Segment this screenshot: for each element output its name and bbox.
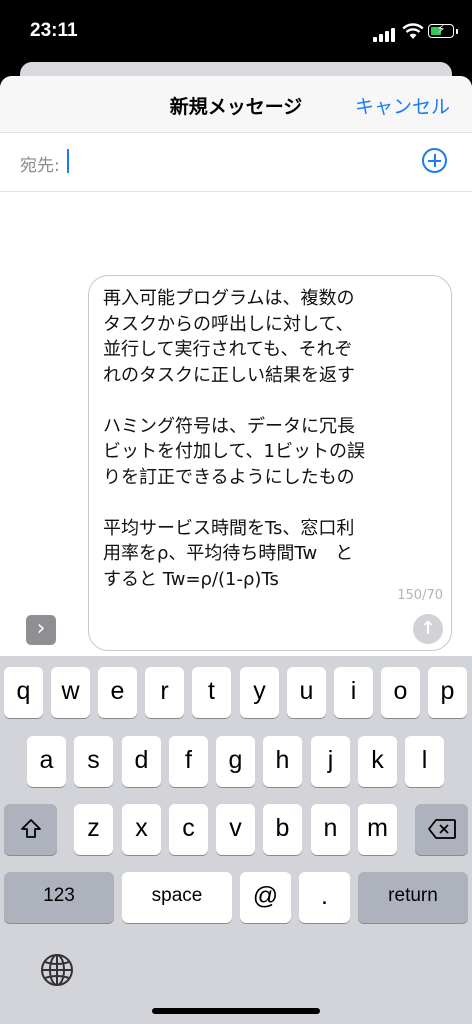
key-p[interactable]: p: [428, 667, 467, 718]
key-i[interactable]: i: [334, 667, 373, 718]
key-k[interactable]: k: [358, 736, 397, 787]
message-paragraph: 平均サービス時間をTs、窓口利 用率をρ、平均待ち時間Tw と すると Tw=ρ…: [103, 517, 355, 590]
message-input[interactable]: 再入可能プログラムは、複数の タスクからの呼出しに対して、 並行して実行されても…: [88, 275, 452, 651]
key-v[interactable]: v: [216, 804, 255, 855]
backspace-icon: [427, 819, 456, 839]
app-drawer-chevron-icon[interactable]: ›: [26, 615, 56, 645]
message-paragraph: 再入可能プログラムは、複数の タスクからの呼出しに対して、 並行して実行されても…: [103, 288, 355, 386]
key-g[interactable]: g: [216, 736, 255, 787]
shift-key[interactable]: [4, 804, 57, 855]
period-key[interactable]: .: [299, 872, 350, 923]
status-bar: 23:11 ⚡: [0, 0, 472, 60]
key-t[interactable]: t: [192, 667, 231, 718]
key-d[interactable]: d: [122, 736, 161, 787]
key-a[interactable]: a: [27, 736, 66, 787]
shift-icon: [20, 819, 41, 838]
key-m[interactable]: m: [358, 804, 397, 855]
key-q[interactable]: q: [4, 667, 43, 718]
message-paragraph: ハミング符号は、データに冗長 ビットを付加して、1ビットの誤 りを訂正できるよう…: [103, 415, 366, 488]
space-key[interactable]: space: [122, 872, 232, 923]
key-u[interactable]: u: [287, 667, 326, 718]
wifi-icon: [402, 23, 424, 39]
key-c[interactable]: c: [169, 804, 208, 855]
numbers-key[interactable]: 123: [4, 872, 114, 923]
recipient-row[interactable]: 宛先:: [0, 133, 472, 192]
key-z[interactable]: z: [74, 804, 113, 855]
send-button[interactable]: ↑: [413, 614, 443, 644]
key-x[interactable]: x: [122, 804, 161, 855]
key-j[interactable]: j: [311, 736, 350, 787]
character-counter: 150/70: [397, 588, 443, 603]
recipient-label: 宛先:: [20, 156, 60, 176]
key-e[interactable]: e: [98, 667, 137, 718]
key-h[interactable]: h: [263, 736, 302, 787]
return-key[interactable]: return: [358, 872, 468, 923]
key-n[interactable]: n: [311, 804, 350, 855]
home-indicator: [152, 1008, 320, 1014]
battery-icon: ⚡: [428, 22, 458, 38]
cancel-button[interactable]: キャンセル: [355, 92, 450, 119]
key-r[interactable]: r: [145, 667, 184, 718]
delete-key[interactable]: [415, 804, 468, 855]
key-y[interactable]: y: [240, 667, 279, 718]
text-cursor: [67, 149, 69, 173]
key-w[interactable]: w: [51, 667, 90, 718]
keyboard: q w e r t y u i o p a s d f g h j k l z …: [0, 656, 472, 1024]
globe-icon[interactable]: [40, 953, 74, 987]
at-key[interactable]: @: [240, 872, 291, 923]
add-contact-button[interactable]: [422, 148, 447, 173]
status-time: 23:11: [30, 20, 78, 41]
key-o[interactable]: o: [381, 667, 420, 718]
key-l[interactable]: l: [405, 736, 444, 787]
key-s[interactable]: s: [74, 736, 113, 787]
key-f[interactable]: f: [169, 736, 208, 787]
key-b[interactable]: b: [263, 804, 302, 855]
navigation-bar: 新規メッセージ キャンセル: [0, 76, 472, 133]
message-text: 再入可能プログラムは、複数の タスクからの呼出しに対して、 並行して実行されても…: [103, 286, 405, 592]
cellular-signal-icon: [373, 28, 395, 42]
